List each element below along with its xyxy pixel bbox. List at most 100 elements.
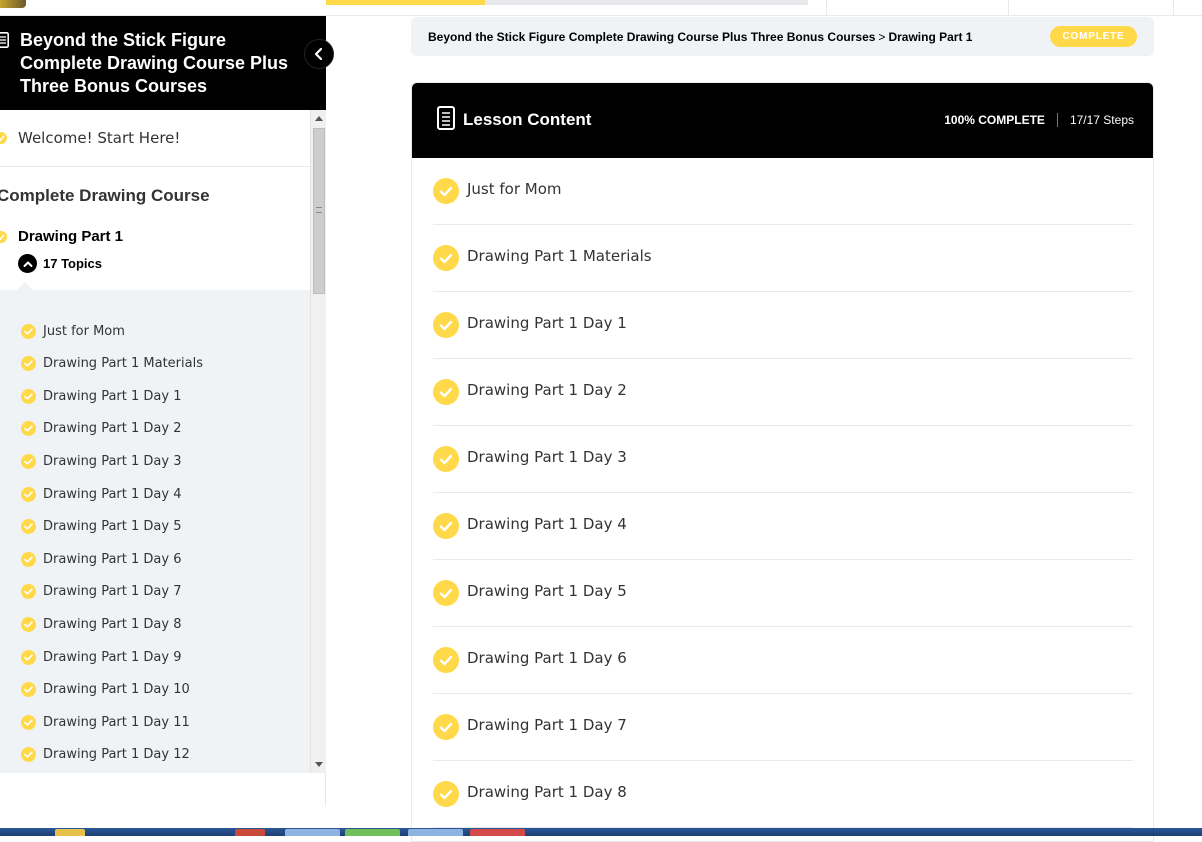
lesson-progress-stats: 100% COMPLETE 17/17 Steps: [944, 113, 1134, 127]
check-circle-icon: [21, 323, 36, 339]
check-circle-icon: [21, 486, 36, 502]
check-circle-icon: [433, 178, 459, 204]
lesson-topic-row[interactable]: Drawing Part 1 Day 2: [433, 359, 1133, 426]
top-bar: [0, 0, 1202, 16]
sidebar-topic-item[interactable]: Drawing Part 1 Day 10: [21, 680, 190, 700]
sidebar-item-drawing-part-1[interactable]: Drawing Part 1: [18, 228, 123, 245]
course-progress-fill: [326, 0, 486, 5]
lesson-topic-label: Just for Mom: [467, 180, 562, 198]
lesson-topic-label: Drawing Part 1 Materials: [467, 247, 652, 265]
sidebar-topic-label: Drawing Part 1 Day 4: [43, 486, 182, 502]
sidebar-item-label: Welcome! Start Here!: [18, 129, 181, 147]
breadcrumb-separator: >: [878, 30, 886, 44]
lesson-topic-row[interactable]: Drawing Part 1 Day 6: [433, 627, 1133, 694]
lesson-topic-label: Drawing Part 1 Day 6: [467, 649, 627, 667]
sidebar-topic-label: Drawing Part 1 Day 1: [43, 388, 182, 404]
lesson-topic-label: Drawing Part 1 Day 1: [467, 314, 627, 332]
sidebar-topic-item[interactable]: Drawing Part 1 Day 3: [21, 451, 181, 471]
sidebar-topic-label: Drawing Part 1 Day 12: [43, 747, 190, 763]
course-progress-bar: [326, 0, 808, 5]
check-circle-icon: [21, 584, 36, 600]
lesson-topic-row[interactable]: Drawing Part 1 Day 7: [433, 694, 1133, 761]
scroll-up-arrow-icon[interactable]: [315, 116, 323, 121]
check-icon: [0, 231, 7, 243]
sidebar-topic-label: Just for Mom: [43, 323, 125, 339]
check-circle-icon: [433, 446, 459, 472]
taskbar-app-icon[interactable]: [408, 829, 463, 836]
check-circle-icon: [21, 714, 36, 730]
lesson-topic-label: Drawing Part 1 Day 3: [467, 448, 627, 466]
steps-count: 17/17 Steps: [1069, 113, 1134, 127]
collapse-sidebar-button[interactable]: [304, 39, 334, 69]
sidebar-topic-item[interactable]: Drawing Part 1 Day 6: [21, 549, 181, 569]
sidebar-topic-label: Drawing Part 1 Day 8: [43, 616, 182, 632]
taskbar-app-icon[interactable]: [55, 829, 85, 836]
check-circle-icon: [21, 356, 36, 372]
check-circle-icon: [21, 682, 36, 698]
document-icon: [0, 32, 9, 48]
sidebar-topic-item[interactable]: Drawing Part 1 Day 2: [21, 419, 181, 439]
taskbar-app-icon[interactable]: [470, 829, 525, 836]
sidebar-topic-label: Drawing Part 1 Day 3: [43, 453, 182, 469]
topics-count-label: 17 Topics: [43, 256, 103, 271]
taskbar-app-icon[interactable]: [345, 829, 400, 836]
sidebar-section-title: Complete Drawing Course: [0, 186, 210, 205]
breadcrumb-course-link[interactable]: Beyond the Stick Figure Complete Drawing…: [428, 30, 875, 44]
lesson-topic-row[interactable]: Just for Mom: [433, 158, 1133, 225]
check-circle-icon: [21, 453, 36, 469]
sidebar-course-title[interactable]: Beyond the Stick Figure Complete Drawing…: [20, 29, 310, 98]
status-badge: COMPLETE: [1050, 26, 1137, 47]
check-circle-icon: [21, 616, 36, 632]
sidebar-topic-item[interactable]: Drawing Part 1 Day 5: [21, 517, 181, 537]
taskbar-app-icon[interactable]: [235, 829, 265, 836]
scroll-down-arrow-icon[interactable]: [315, 762, 323, 767]
sidebar-item-welcome[interactable]: Welcome! Start Here!: [0, 110, 310, 167]
site-logo[interactable]: [0, 0, 26, 8]
topbar-divider: [1173, 0, 1174, 16]
lesson-topic-row[interactable]: Drawing Part 1 Day 4: [433, 493, 1133, 560]
sidebar-topic-item[interactable]: Just for Mom: [21, 321, 125, 341]
sidebar-topic-label: Drawing Part 1 Day 5: [43, 519, 182, 535]
lesson-topic-label: Drawing Part 1 Day 4: [467, 515, 627, 533]
sidebar-topic-item[interactable]: Drawing Part 1 Day 8: [21, 614, 181, 634]
breadcrumb-lesson-link[interactable]: Drawing Part 1: [888, 30, 972, 44]
check-circle-icon: [21, 649, 36, 665]
sidebar-topic-item[interactable]: Drawing Part 1 Day 7: [21, 582, 181, 602]
topic-list-notch: [16, 282, 34, 291]
sidebar-topic-item[interactable]: Drawing Part 1 Day 12: [21, 745, 190, 765]
sidebar-topic-item[interactable]: Drawing Part 1 Materials: [21, 354, 203, 374]
lesson-topic-row[interactable]: Drawing Part 1 Day 5: [433, 560, 1133, 627]
lesson-topic-row[interactable]: Drawing Part 1 Day 1: [433, 292, 1133, 359]
sidebar-topic-item[interactable]: Drawing Part 1 Day 4: [21, 484, 181, 504]
sidebar-topic-label: Drawing Part 1 Day 2: [43, 421, 182, 437]
lesson-topic-row[interactable]: Drawing Part 1 Day 3: [433, 426, 1133, 493]
sidebar-topic-label: Drawing Part 1 Day 10: [43, 682, 190, 698]
lesson-topic-row[interactable]: Drawing Part 1 Materials: [433, 225, 1133, 292]
lesson-content-title: Lesson Content: [463, 110, 592, 129]
sidebar-header: Beyond the Stick Figure Complete Drawing…: [0, 16, 326, 110]
breadcrumb: Beyond the Stick Figure Complete Drawing…: [411, 17, 1154, 56]
breadcrumb-trail: Beyond the Stick Figure Complete Drawing…: [428, 30, 972, 44]
document-icon: [437, 106, 455, 130]
check-circle-icon: [21, 747, 36, 763]
scrollbar-thumb[interactable]: [313, 128, 325, 294]
taskbar-app-icon[interactable]: [285, 829, 340, 836]
sidebar-topic-list: Just for Mom Drawing Part 1 Materials Draw…: [0, 282, 310, 773]
sidebar-topic-item[interactable]: Drawing Part 1 Day 1: [21, 386, 181, 406]
lesson-topic-row[interactable]: Drawing Part 1 Day 8: [433, 761, 1133, 828]
sidebar-topic-label: Drawing Part 1 Day 9: [43, 649, 182, 665]
sidebar-topic-item[interactable]: Drawing Part 1 Day 9: [21, 647, 181, 667]
sidebar-scrollbar[interactable]: [310, 110, 326, 773]
lesson-topic-label: Drawing Part 1 Day 5: [467, 582, 627, 600]
os-taskbar: [0, 828, 1202, 836]
topics-toggle[interactable]: 17 Topics: [18, 254, 102, 273]
lesson-content-header: Lesson Content 100% COMPLETE 17/17 Steps: [412, 83, 1153, 158]
check-circle-icon: [433, 312, 459, 338]
sidebar-topic-item[interactable]: Drawing Part 1 Day 11: [21, 712, 190, 732]
percent-complete: 100% COMPLETE: [944, 113, 1045, 127]
check-circle-icon: [433, 781, 459, 807]
sidebar-topic-label: Drawing Part 1 Day 7: [43, 584, 182, 600]
stats-divider: [1056, 113, 1058, 127]
lesson-topic-label: Drawing Part 1 Day 8: [467, 783, 627, 801]
lesson-content-panel: Lesson Content 100% COMPLETE 17/17 Steps…: [411, 82, 1154, 842]
